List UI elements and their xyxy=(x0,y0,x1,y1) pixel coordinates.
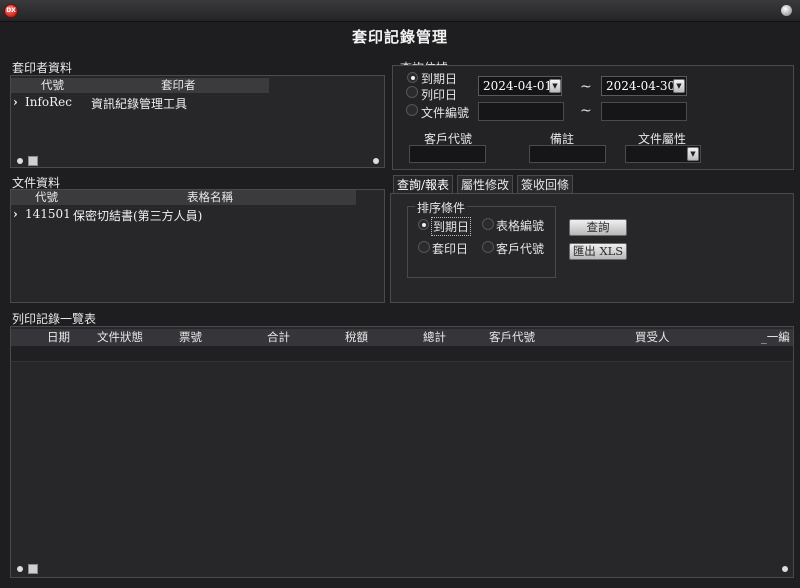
remark-input[interactable] xyxy=(529,145,606,163)
sort-radio-customer-code[interactable] xyxy=(482,241,494,253)
printer-grid: 代號 套印者 › InfoRec 資訊紀錄管理工具 xyxy=(10,75,385,168)
column-header-ticket-no[interactable]: 票號 xyxy=(179,329,202,346)
customer-code-input[interactable] xyxy=(409,145,486,163)
column-header-form-name[interactable]: 表格名稱 xyxy=(187,190,233,205)
column-header-date[interactable]: 日期 xyxy=(47,329,70,346)
document-name-cell: 保密切結書(第三方人員) xyxy=(73,209,203,223)
column-header-more[interactable]: _一編 xyxy=(761,329,790,346)
maximize-window-button[interactable] xyxy=(781,5,792,16)
date-to-value: 2024-04-30 xyxy=(606,79,676,93)
radio-print-date[interactable] xyxy=(406,86,418,98)
doc-attribute-dropdown-icon[interactable]: ▼ xyxy=(687,147,699,161)
column-header-printer[interactable]: 套印者 xyxy=(161,78,196,93)
row-pointer-icon: › xyxy=(13,207,18,221)
print-list-grid: 日期 文件狀態 票號 合計 稅額 總計 客戶代號 買受人 _一編 xyxy=(10,326,794,578)
table-row[interactable]: › 141501 保密切結書(第三方人員) xyxy=(11,206,356,223)
tab-receipt[interactable]: 簽收回條 xyxy=(517,175,574,193)
row-pointer-icon: › xyxy=(13,95,18,109)
printer-section-label: 套印者資料 xyxy=(12,61,73,75)
document-code-cell: 141501 xyxy=(25,207,71,221)
column-header-code[interactable]: 代號 xyxy=(35,190,58,205)
close-window-button[interactable]: DX xyxy=(4,4,18,18)
sort-due-date-label: 到期日 xyxy=(431,217,472,236)
sort-customer-code-label: 客戶代號 xyxy=(496,242,545,256)
scroll-start-dot-icon[interactable] xyxy=(17,566,23,572)
date-from-dropdown-icon[interactable]: ▼ xyxy=(549,79,561,93)
sort-radio-print-date[interactable] xyxy=(418,241,430,253)
doc-number-to-input[interactable] xyxy=(601,102,687,121)
tab-query-report[interactable]: 查詢/報表 xyxy=(393,175,454,193)
print-list-header: 日期 文件狀態 票號 合計 稅額 總計 客戶代號 買受人 _一編 xyxy=(11,329,793,346)
radio-due-date[interactable] xyxy=(407,72,418,83)
printer-code-cell: InfoRec xyxy=(25,95,72,109)
scroll-start-dot-icon[interactable] xyxy=(17,158,23,164)
radio-due-date-label: 到期日 xyxy=(421,72,458,86)
column-header-buyer[interactable]: 買受人 xyxy=(635,329,670,346)
date-to-dropdown-icon[interactable]: ▼ xyxy=(673,79,685,93)
scroll-end-dot-icon[interactable] xyxy=(782,566,788,572)
radio-print-date-label: 列印日 xyxy=(421,88,458,102)
sort-print-date-label: 套印日 xyxy=(432,242,469,256)
column-header-total[interactable]: 總計 xyxy=(423,329,446,346)
printer-grid-header: 代號 套印者 xyxy=(11,78,269,93)
sort-radio-form-number[interactable] xyxy=(482,218,494,230)
tab-attribute-edit[interactable]: 屬性修改 xyxy=(457,175,514,193)
document-grid-header: 代號 表格名稱 xyxy=(11,190,356,205)
column-header-code[interactable]: 代號 xyxy=(41,78,64,93)
scroll-end-dot-icon[interactable] xyxy=(373,158,379,164)
document-grid: 代號 表格名稱 › 141501 保密切結書(第三方人員) xyxy=(10,189,385,303)
sort-radio-due-date[interactable] xyxy=(418,219,429,230)
doc-number-from-input[interactable] xyxy=(478,102,564,121)
table-row[interactable]: › InfoRec 資訊紀錄管理工具 xyxy=(11,94,269,111)
scrollbar-thumb[interactable] xyxy=(28,156,38,166)
radio-document-number[interactable] xyxy=(406,104,418,116)
date-range-tilde: ~ xyxy=(580,79,592,95)
page-title: 套印記錄管理 xyxy=(351,28,448,46)
printer-name-cell: 資訊紀錄管理工具 xyxy=(91,97,188,111)
title-bar xyxy=(0,0,800,22)
sort-group-label: 排序條件 xyxy=(415,199,468,216)
date-from-value: 2024-04-01 xyxy=(483,79,553,93)
doc-number-tilde: ~ xyxy=(580,103,592,119)
table-row[interactable] xyxy=(11,346,793,362)
radio-document-number-label: 文件編號 xyxy=(421,106,470,120)
column-header-tax[interactable]: 稅額 xyxy=(345,329,368,346)
sort-form-number-label: 表格編號 xyxy=(496,219,545,233)
column-header-customer-code[interactable]: 客戶代號 xyxy=(489,329,535,346)
print-list-section-label: 列印記錄一覽表 xyxy=(12,312,97,326)
query-button[interactable]: 查詢 xyxy=(569,219,627,236)
column-header-doc-status[interactable]: 文件狀態 xyxy=(97,329,143,346)
export-xls-button[interactable]: 匯出 XLS xyxy=(569,243,627,260)
scrollbar-thumb[interactable] xyxy=(28,564,38,574)
column-header-subtotal[interactable]: 合計 xyxy=(267,329,290,346)
